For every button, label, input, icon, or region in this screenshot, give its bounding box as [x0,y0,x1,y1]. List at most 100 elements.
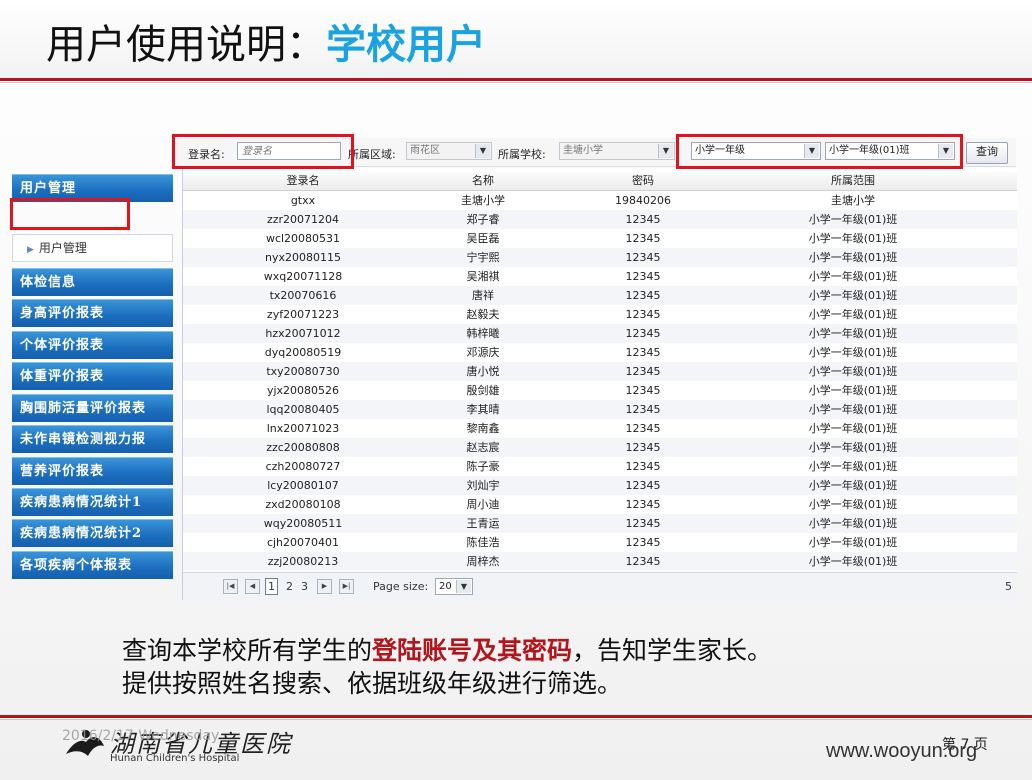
nav-sub-user-management[interactable]: ▶ 用户管理 [12,234,173,262]
cell-name: 陈子豪 [466,460,500,473]
cell-scope: 小学一年级(01)班 [808,346,898,359]
nav-nutrition-report[interactable]: 营养评价报表 [12,457,173,485]
table-row[interactable]: nyx20080115 宁宇熙 12345 小学一年级(01)班 [183,248,1017,267]
nav-physical-info[interactable]: 体检信息 [12,268,173,296]
cell-password: 12345 [625,479,661,492]
grid-header: 登录名 名称 密码 所属范围 [183,172,1017,191]
region-value: 雨花区 [410,145,440,156]
table-row[interactable]: wcl20080531 吴臣磊 12345 小学一年级(01)班 [183,229,1017,248]
table-row[interactable]: czh20080727 陈子豪 12345 小学一年级(01)班 [183,457,1017,476]
title-divider-shadow [0,82,1032,83]
nav-individual-report[interactable]: 个体评价报表 [12,331,173,359]
table-row[interactable]: yjx20080526 殷剑雄 12345 小学一年级(01)班 [183,381,1017,400]
table-row[interactable]: dyq20080519 邓源庆 12345 小学一年级(01)班 [183,343,1017,362]
cell-name: 圭塘小学 [461,194,505,207]
cell-password: 12345 [625,403,661,416]
table-row[interactable]: wqy20080511 王青运 12345 小学一年级(01)班 [183,514,1017,533]
highlight-login-search [172,134,354,169]
cell-password: 12345 [625,270,661,283]
table-row[interactable]: zzj20080213 周梓杰 12345 小学一年级(01)班 [183,552,1017,571]
cell-password: 12345 [625,555,661,568]
table-row[interactable]: zyf20071223 赵毅夫 12345 小学一年级(01)班 [183,305,1017,324]
column-header-login[interactable]: 登录名 [213,172,393,190]
table-row[interactable]: gtxx 圭塘小学 19840206 圭塘小学 [183,191,1017,210]
title-bar: 用户使用说明：学校用户 [0,0,1032,78]
region-select[interactable]: 雨花区 ▼ [406,142,492,160]
cell-login: nyx20080115 [265,251,341,264]
page-link-1[interactable]: 1 [265,578,278,595]
cell-login: yjx20080526 [266,384,340,397]
page-link-2[interactable]: 2 [286,580,293,593]
query-button[interactable]: 查询 [966,142,1008,164]
first-page-icon[interactable]: |◀ [223,579,238,594]
school-label: 所属学校: [498,148,546,161]
title-divider [0,78,1032,81]
nav-disease-stats-1[interactable]: 疾病患病情况统计1 [12,488,173,516]
school-value: 圭塘小学 [563,145,603,156]
body-line-1-b: ，告知学生家长。 [572,636,773,665]
cell-name: 黎南鑫 [466,422,500,435]
column-header-password[interactable]: 密码 [583,172,703,190]
school-select[interactable]: 圭塘小学 ▼ [559,142,675,160]
cell-password: 19840206 [615,194,671,207]
table-row[interactable]: cjh20070401 陈佳浩 12345 小学一年级(01)班 [183,533,1017,552]
cell-name: 周梓杰 [466,555,500,568]
column-header-name[interactable]: 名称 [423,172,543,190]
body-line-2: 提供按照姓名搜索、依据班级年级进行筛选。 [122,669,623,698]
user-grid: 登录名 名称 密码 所属范围 gtxx 圭塘小学 19840206 圭塘小学 zzr20… [182,168,1017,601]
nav-weight-report[interactable]: 体重评价报表 [12,362,173,390]
cell-login: gtxx [290,194,316,207]
column-header-scope[interactable]: 所属范围 [753,172,953,190]
cell-name: 李其晴 [466,403,500,416]
table-row[interactable]: hzx20071012 韩梓曦 12345 小学一年级(01)班 [183,324,1017,343]
page-size-label: Page size: [373,580,429,593]
cell-password: 12345 [625,498,661,511]
nav-disease-individual[interactable]: 各项疾病个体报表 [12,551,173,579]
cell-login: czh20080727 [265,460,341,473]
table-row[interactable]: lqq20080405 李其晴 12345 小学一年级(01)班 [183,400,1017,419]
cell-password: 12345 [625,327,661,340]
cell-name: 郑子睿 [466,213,500,226]
page-size-select[interactable]: 20 ▼ [435,578,473,595]
table-row[interactable]: lnx20071023 黎南鑫 12345 小学一年级(01)班 [183,419,1017,438]
footer-divider [0,715,1032,718]
cell-name: 刘灿宇 [466,479,500,492]
cell-password: 12345 [625,422,661,435]
footer-divider-shadow [0,719,1032,720]
cell-scope: 小学一年级(01)班 [808,479,898,492]
cell-scope: 圭塘小学 [831,194,875,207]
table-row[interactable]: tx20070616 唐祥 12345 小学一年级(01)班 [183,286,1017,305]
cell-scope: 小学一年级(01)班 [808,365,898,378]
cell-name: 唐小悦 [466,365,500,378]
app-window: 登录名: 所属区域: 雨花区 ▼ 所属学校: 圭塘小学 ▼ 小学一年级 ▼ 小学… [6,132,1017,602]
nav-height-report[interactable]: 身高评价报表 [12,299,173,327]
table-row[interactable]: lcy20080107 刘灿宇 12345 小学一年级(01)班 [183,476,1017,495]
page-link-3[interactable]: 3 [301,580,308,593]
nav-disease-stats-2[interactable]: 疾病患病情况统计2 [12,519,173,547]
nav-chest-lung-report[interactable]: 胸围肺活量评价报表 [12,394,173,422]
table-row[interactable]: zzc20080808 赵志宸 12345 小学一年级(01)班 [183,438,1017,457]
table-row[interactable]: wxq20071128 吴湘祺 12345 小学一年级(01)班 [183,267,1017,286]
cell-scope: 小学一年级(01)班 [808,384,898,397]
body-line-1-a: 查询本学校所有学生的 [122,636,373,665]
table-row[interactable]: zzr20071204 郑子睿 12345 小学一年级(01)班 [183,210,1017,229]
cell-password: 12345 [625,308,661,321]
watermark: www.wooyun.org [826,740,978,762]
last-page-icon[interactable]: ▶| [339,579,354,594]
table-row[interactable]: zxd20080108 周小迪 12345 小学一年级(01)班 [183,495,1017,514]
table-row[interactable]: txy20080730 唐小悦 12345 小学一年级(01)班 [183,362,1017,381]
record-count: 5 [1005,580,1012,593]
next-page-icon[interactable]: ▶ [317,579,332,594]
cell-name: 宁宇熙 [466,251,500,264]
cell-login: zzr20071204 [266,213,340,226]
prev-page-icon[interactable]: ◀ [245,579,260,594]
footer-date: 2016/2/17 Wednesday [62,728,220,744]
nav-vision-report[interactable]: 未作串镜检测视力报 [12,425,173,453]
cell-password: 12345 [625,251,661,264]
cell-password: 12345 [625,460,661,473]
cell-login: zzj20080213 [267,555,339,568]
cell-password: 12345 [625,365,661,378]
cell-login: zzc20080808 [266,441,340,454]
title-highlight: 学校用户 [326,22,486,68]
cell-scope: 小学一年级(01)班 [808,422,898,435]
